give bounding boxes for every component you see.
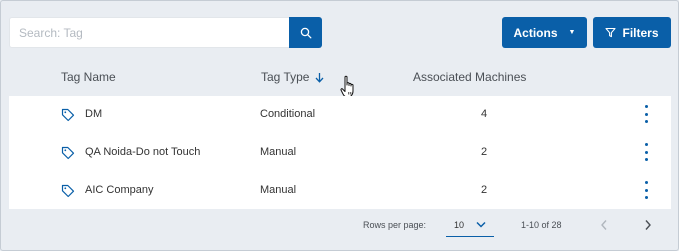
search-input[interactable] [9,17,290,48]
more-vertical-icon[interactable] [642,143,650,161]
tag-name-cell: QA Noida-Do not Touch [85,146,201,158]
more-vertical-icon[interactable] [642,181,650,199]
associated-machines-cell: 2 [480,146,488,158]
tag-icon [61,108,75,122]
column-header-label: Associated Machines [413,70,527,84]
search-icon [300,27,311,38]
rows-per-page-select[interactable]: 10 [446,215,494,237]
column-header-tag-type[interactable]: Tag Type [261,70,324,84]
chevron-down-icon [476,221,486,228]
sort-arrow-down-icon [315,72,324,83]
associated-machines-cell: 4 [480,108,488,120]
tag-type-cell: Manual [260,184,297,196]
chevron-right-icon[interactable] [644,219,652,231]
more-vertical-icon[interactable] [642,105,650,123]
search-button[interactable] [289,17,322,48]
rows-per-page-value: 10 [454,220,465,230]
select-underline [446,236,494,237]
column-header-label: Tag Name [61,70,116,84]
tag-type-cell: Manual [260,146,297,158]
filters-label: Filters [622,25,659,40]
tag-name-cell: DM [85,108,103,120]
column-header-tag-name[interactable]: Tag Name [61,70,116,84]
tag-icon [61,184,75,198]
actions-button[interactable]: Actions ▼ [502,17,587,48]
table-row[interactable]: DM Conditional 4 [9,96,671,133]
table-body: DM Conditional 4 QA Noida-Do not Touch M… [9,96,671,209]
table-row[interactable]: AIC Company Manual 2 [9,172,671,209]
pagination-range: 1-10 of 28 [521,220,562,230]
tag-name-cell: AIC Company [85,184,154,196]
column-header-associated-machines[interactable]: Associated Machines [413,70,526,84]
tag-icon [61,146,75,160]
tag-type-cell: Conditional [260,108,316,120]
chevron-down-icon: ▼ [568,29,576,36]
column-header-label: Tag Type [261,70,310,84]
filter-icon [605,27,617,38]
associated-machines-cell: 2 [480,184,488,196]
actions-label: Actions [513,25,558,40]
table-row[interactable]: QA Noida-Do not Touch Manual 2 [9,134,671,171]
chevron-left-icon[interactable] [600,219,608,231]
rows-per-page-label: Rows per page: [363,220,427,230]
filters-button[interactable]: Filters [593,17,671,48]
